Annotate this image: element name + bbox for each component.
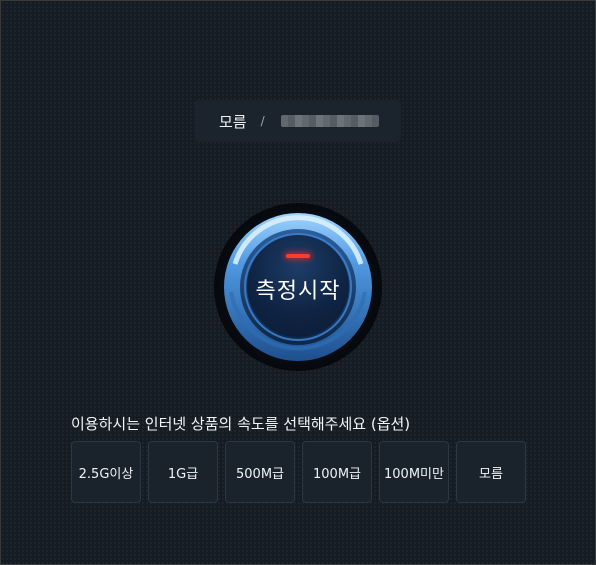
speed-gauge: 측정시작 (213, 202, 383, 372)
status-led-indicator (286, 254, 310, 258)
start-test-label: 측정시작 (255, 279, 341, 304)
speed-option-group: 2.5G이상 1G급 500M급 100M급 100M미만 모름 (71, 441, 526, 503)
redacted-server-address (280, 115, 379, 127)
speedtest-panel: 모름 / 측정시작 이용하시는 인터넷 상품의 속도를 선택해주세요 (옵션) … (0, 0, 596, 565)
speed-option-under-100m[interactable]: 100M미만 (379, 441, 449, 503)
server-separator: / (260, 114, 265, 128)
speed-option-2.5g-plus[interactable]: 2.5G이상 (71, 441, 141, 503)
speed-select-prompt: 이용하시는 인터넷 상품의 속도를 선택해주세요 (옵션) (71, 415, 411, 433)
speed-option-1g[interactable]: 1G급 (148, 441, 218, 503)
speed-option-100m[interactable]: 100M급 (302, 441, 372, 503)
speed-option-unknown[interactable]: 모름 (456, 441, 526, 503)
start-test-button[interactable]: 측정시작 (247, 235, 349, 337)
speed-option-500m[interactable]: 500M급 (225, 441, 295, 503)
server-info-chip[interactable]: 모름 / (195, 100, 401, 142)
server-name: 모름 (219, 112, 247, 131)
